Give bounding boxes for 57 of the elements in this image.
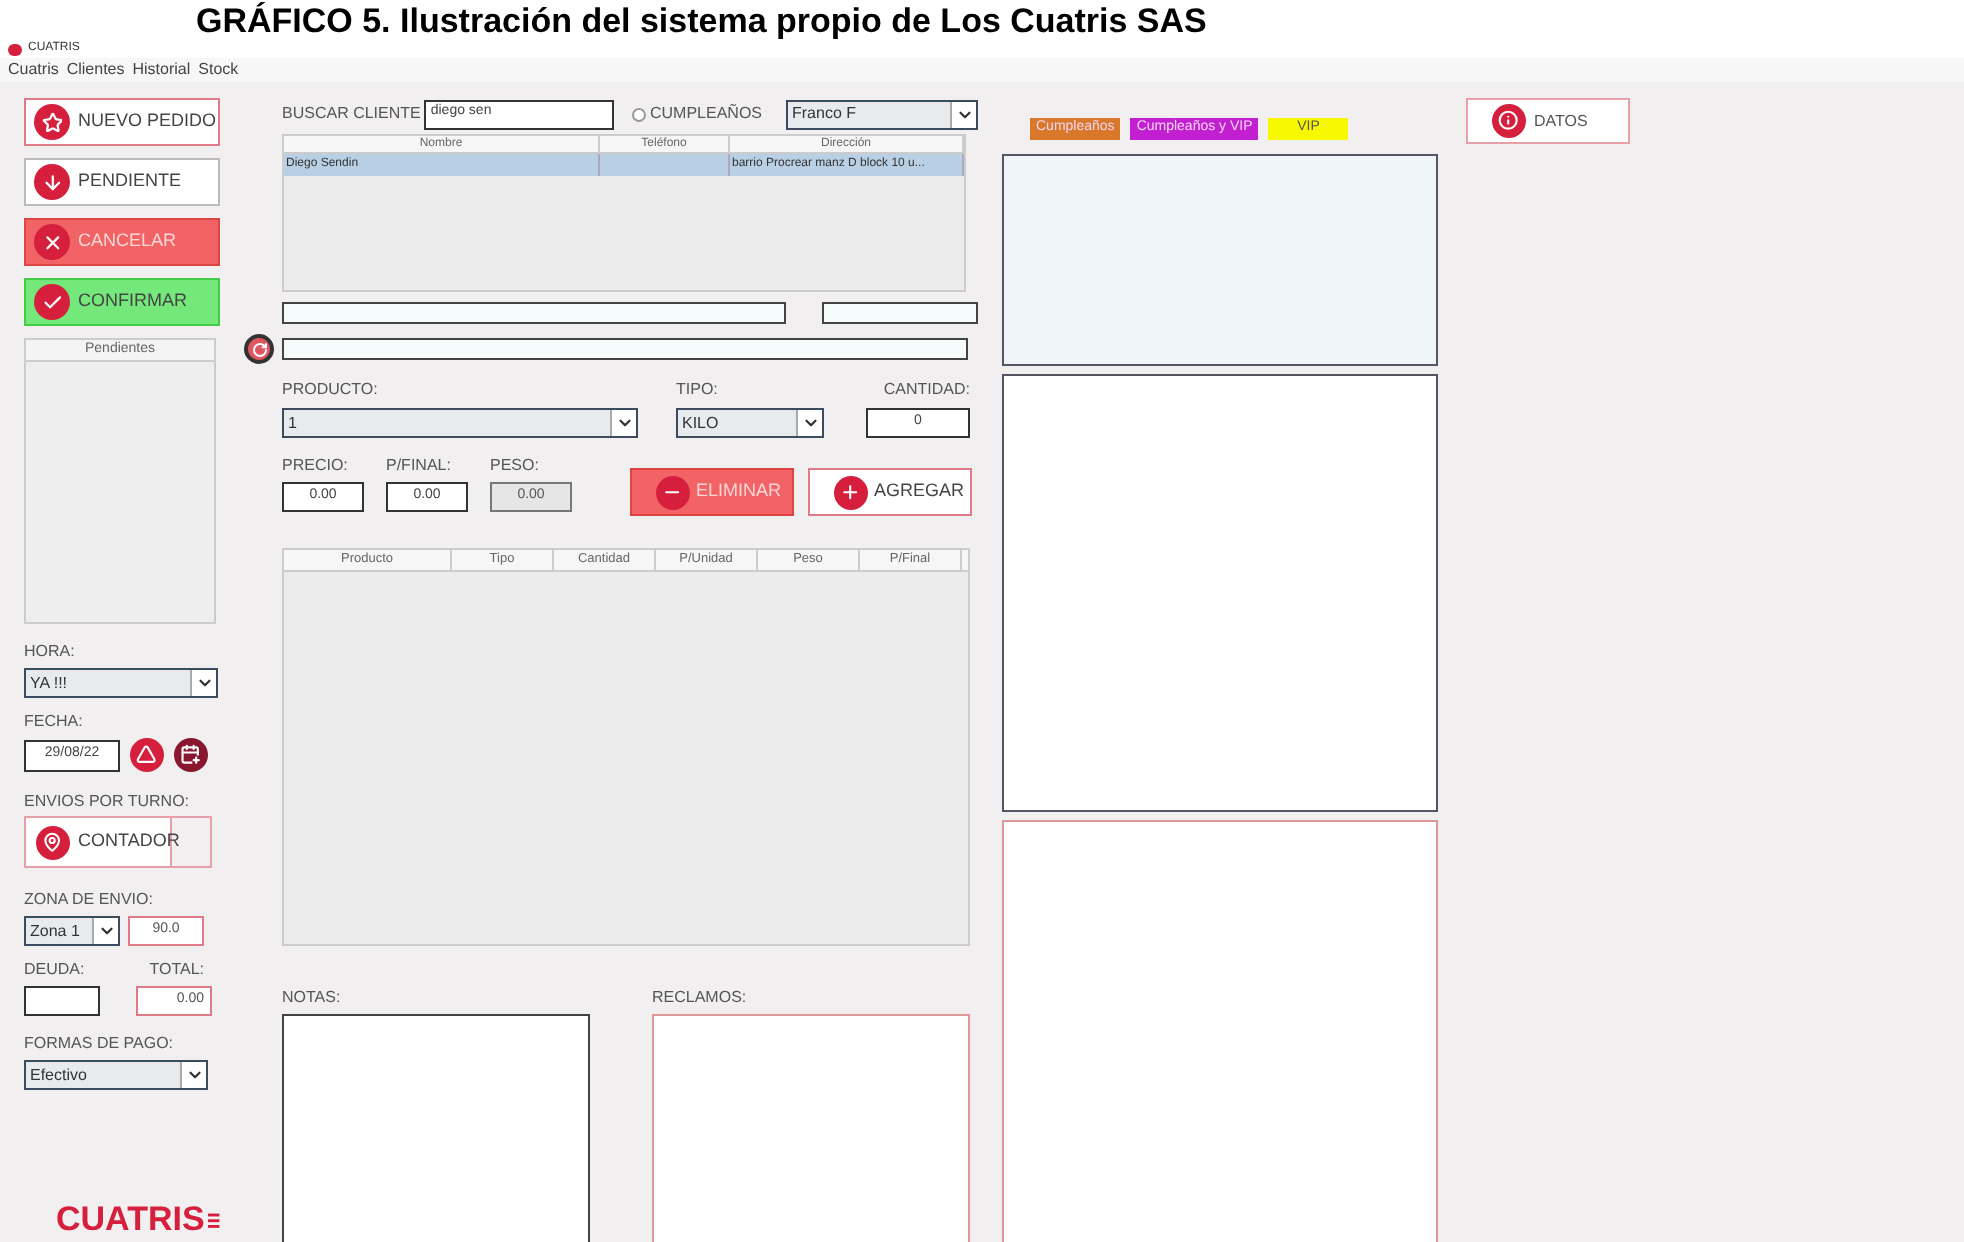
field-label: DEUDA:: [24, 958, 85, 982]
dropdown-caret-icon: [195, 674, 213, 692]
field-label: PRECIO:: [282, 454, 350, 478]
payment-dropdown[interactable]: Efectivo: [24, 1060, 208, 1090]
field-label: FECHA:: [24, 710, 85, 734]
field-label: CANTIDAD:: [883, 378, 970, 402]
calendar-icon: [174, 738, 208, 772]
menu-item[interactable]: Historial: [132, 58, 191, 82]
type-dropdown[interactable]: KILO: [676, 408, 824, 438]
time-dropdown[interactable]: YA !!!: [24, 668, 218, 698]
dropdown-caret-icon: [615, 414, 633, 432]
close-icon: [34, 224, 70, 260]
pin-icon: [36, 825, 70, 859]
action-button[interactable]: NUEVO PEDIDO: [24, 98, 220, 146]
menu-item[interactable]: Cuatris: [8, 58, 59, 82]
product-dropdown[interactable]: 1: [282, 408, 638, 438]
zone-dropdown[interactable]: Zona 1: [24, 916, 120, 946]
menu-item[interactable]: Clientes: [66, 58, 125, 82]
field-label: TIPO:: [676, 378, 720, 402]
claims-field[interactable]: [652, 1014, 970, 1242]
notes-field[interactable]: [282, 1014, 590, 1242]
info-icon: [1492, 104, 1526, 138]
field-label: P/FINAL:: [386, 454, 453, 478]
check-icon: [34, 284, 70, 320]
minus-icon: [656, 475, 690, 509]
refresh-button[interactable]: [244, 334, 274, 364]
debt-field[interactable]: [24, 986, 100, 1016]
field-label: CUMPLEAÑOS: [649, 102, 762, 126]
action-button[interactable]: CONFIRMAR: [24, 278, 220, 326]
data-button[interactable]: DATOS: [1466, 98, 1630, 144]
caption: GRÁFICO 5. Ilustración del sistema propio de Los Cuatris SAS: [194, 0, 1209, 40]
field-label: ZONA DE ENVIO:: [24, 888, 155, 912]
dropdown-caret-icon: [97, 922, 115, 940]
plus-icon: [834, 475, 868, 509]
item-button[interactable]: AGREGAR: [808, 468, 972, 516]
field-label: NOTAS:: [282, 986, 343, 1010]
field-label: ENVIOS POR TURNO:: [24, 790, 192, 814]
client-dropdown[interactable]: Franco F: [786, 99, 978, 129]
birthday-radio[interactable]: [632, 107, 646, 121]
menu-item[interactable]: Stock: [198, 58, 239, 82]
dropdown-caret-icon: [185, 1066, 203, 1084]
app-icon: [8, 43, 22, 55]
field-label: HORA:: [24, 640, 77, 664]
action-button[interactable]: PENDIENTE: [24, 158, 220, 206]
logo-text: CUATRIS: [56, 1202, 205, 1238]
field-label: RECLAMOS:: [652, 986, 749, 1010]
refresh-icon: [251, 341, 267, 357]
field-label: PRODUCTO:: [282, 378, 380, 402]
text-field[interactable]: [282, 338, 968, 360]
download-icon: [34, 164, 70, 200]
dropdown-caret-icon: [801, 414, 819, 432]
field-label: FORMAS DE PAGO:: [24, 1032, 176, 1056]
text-field[interactable]: [282, 302, 787, 324]
text-field[interactable]: [822, 302, 978, 324]
field-label: BUSCAR CLIENTE: [282, 102, 421, 126]
field-label: TOTAL:: [149, 958, 204, 982]
field-label: PESO:: [490, 454, 541, 478]
